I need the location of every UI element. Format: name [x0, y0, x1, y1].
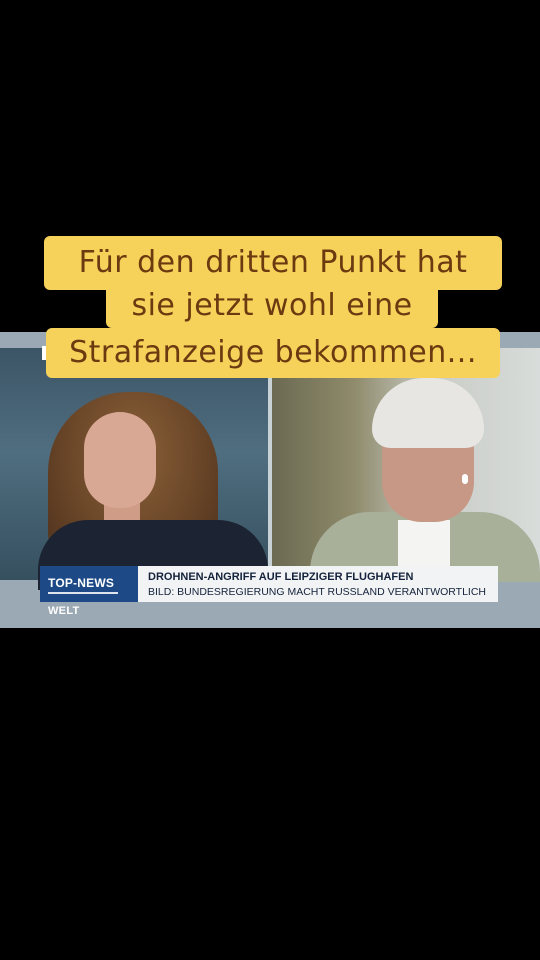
ticker-tag-label: TOP-NEWS [48, 576, 115, 590]
news-ticker: TOP-NEWS DROHNEN-ANGRIFF AUF LEIPZIGER F… [40, 566, 498, 602]
ticker-subline: BILD: BUNDESREGIERUNG MACHT RUSSLAND VER… [148, 586, 486, 598]
caption-line-2: sie jetzt wohl eine [106, 280, 438, 328]
caption-line-3: Strafanzeige bekommen... [46, 328, 500, 378]
ticker-body: DROHNEN-ANGRIFF AUF LEIPZIGER FLUGHAFEN … [138, 566, 498, 602]
ticker-headline: DROHNEN-ANGRIFF AUF LEIPZIGER FLUGHAFEN [148, 571, 414, 583]
channel-logo: WELT [48, 605, 80, 617]
presenter-face [84, 412, 156, 508]
ticker-tag-underline [48, 592, 118, 594]
ticker-tag: TOP-NEWS [40, 566, 138, 602]
earbud-icon [462, 474, 468, 484]
